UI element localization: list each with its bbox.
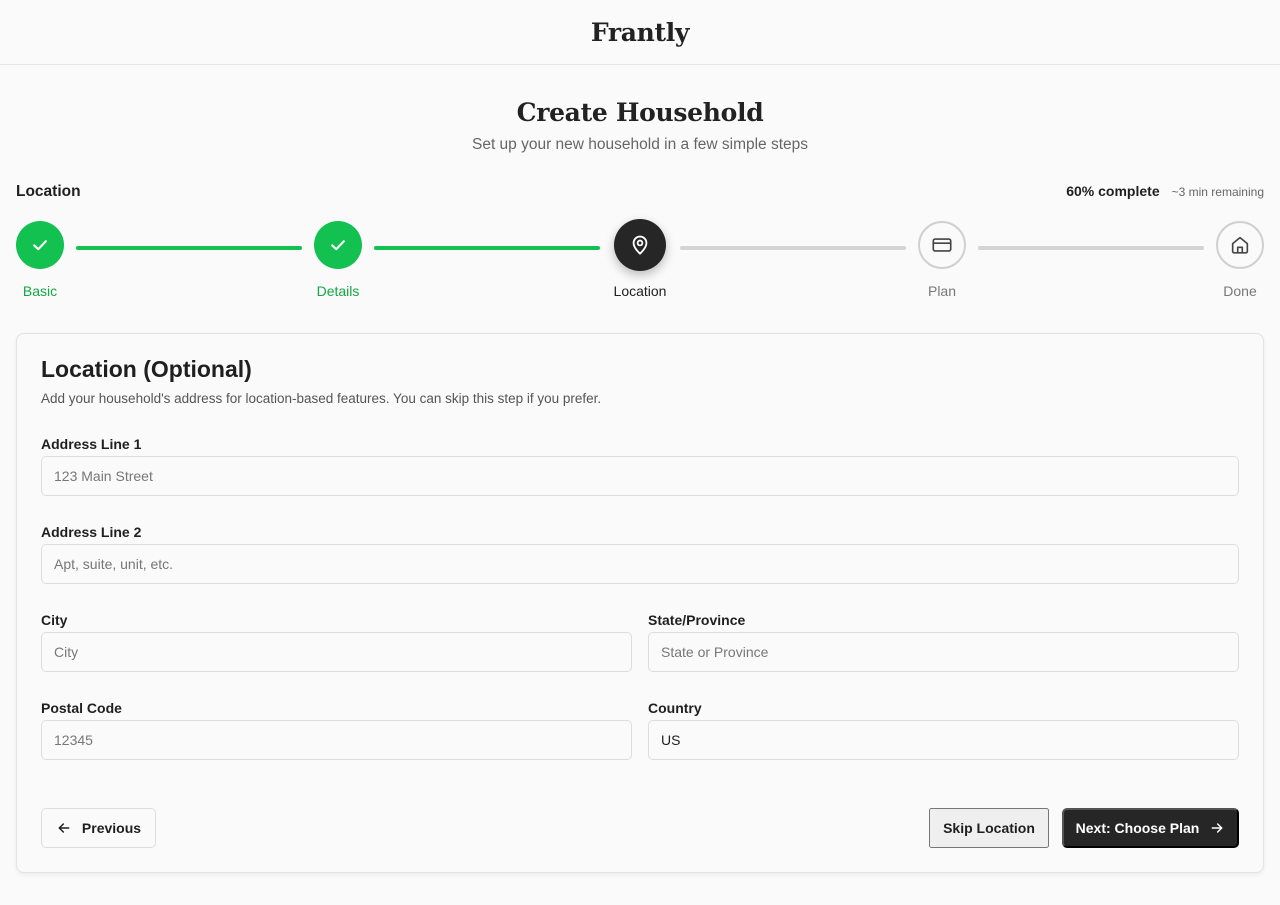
progress-header: Location 60% complete ~3 min remaining xyxy=(16,183,1264,201)
next-button-label: Next: Choose Plan xyxy=(1075,820,1200,836)
city-input[interactable] xyxy=(41,632,632,672)
step-plan[interactable] xyxy=(918,221,966,269)
next-choose-plan-button[interactable]: Next: Choose Plan xyxy=(1062,808,1239,848)
step-connector xyxy=(680,246,906,250)
location-form-card: Location (Optional) Add your household's… xyxy=(16,333,1264,873)
page-heading: Create Household Set up your new househo… xyxy=(0,98,1280,154)
postal-code-label: Postal Code xyxy=(41,700,122,716)
page-subtitle: Set up your new household in a few simpl… xyxy=(471,136,809,153)
step-label-details: Details xyxy=(316,283,360,299)
step-done[interactable] xyxy=(1216,221,1264,269)
progress-percent: 60% complete xyxy=(1066,183,1160,199)
time-remaining: ~3 min remaining xyxy=(1171,185,1264,199)
step-location[interactable] xyxy=(614,219,666,271)
map-pin-icon xyxy=(629,234,651,256)
address-line-2-input[interactable] xyxy=(41,544,1239,584)
progress-info: 60% complete ~3 min remaining xyxy=(1066,183,1264,199)
previous-button-label: Previous xyxy=(81,820,142,836)
step-basic[interactable] xyxy=(16,221,64,269)
state-province-label: State/Province xyxy=(648,612,746,628)
stepper: Basic Details Location Plan Done xyxy=(16,219,1264,300)
step-connector xyxy=(76,246,302,250)
step-label-done: Done xyxy=(1223,283,1257,299)
city-label: City xyxy=(41,612,68,628)
step-details[interactable] xyxy=(314,221,362,269)
state-province-input[interactable] xyxy=(648,632,1239,672)
postal-code-input[interactable] xyxy=(41,720,632,760)
page-title: Create Household xyxy=(516,98,764,127)
check-icon xyxy=(30,235,50,255)
credit-card-icon xyxy=(931,234,953,256)
brand-logo[interactable]: Frantly xyxy=(591,18,690,47)
step-label-location: Location xyxy=(613,283,667,299)
step-connector xyxy=(978,246,1204,250)
check-icon xyxy=(328,235,348,255)
arrow-left-icon xyxy=(56,820,72,836)
skip-location-button[interactable]: Skip Location xyxy=(929,808,1049,848)
step-label-plan: Plan xyxy=(927,283,957,299)
address-line-1-input[interactable] xyxy=(41,456,1239,496)
address-line-2-label: Address Line 2 xyxy=(41,524,142,540)
step-connector xyxy=(374,246,600,250)
home-icon xyxy=(1229,234,1251,256)
skip-location-label: Skip Location xyxy=(943,820,1035,836)
top-bar: Frantly xyxy=(0,0,1280,65)
country-input[interactable] xyxy=(648,720,1239,760)
step-label-basic: Basic xyxy=(22,283,58,299)
current-step-name: Location xyxy=(16,183,81,200)
country-label: Country xyxy=(648,700,702,716)
address-line-1-label: Address Line 1 xyxy=(41,436,142,452)
previous-button[interactable]: Previous xyxy=(41,808,156,848)
form-title: Location (Optional) xyxy=(41,356,252,382)
arrow-right-icon xyxy=(1209,820,1225,836)
form-description: Add your household's address for locatio… xyxy=(41,391,602,406)
